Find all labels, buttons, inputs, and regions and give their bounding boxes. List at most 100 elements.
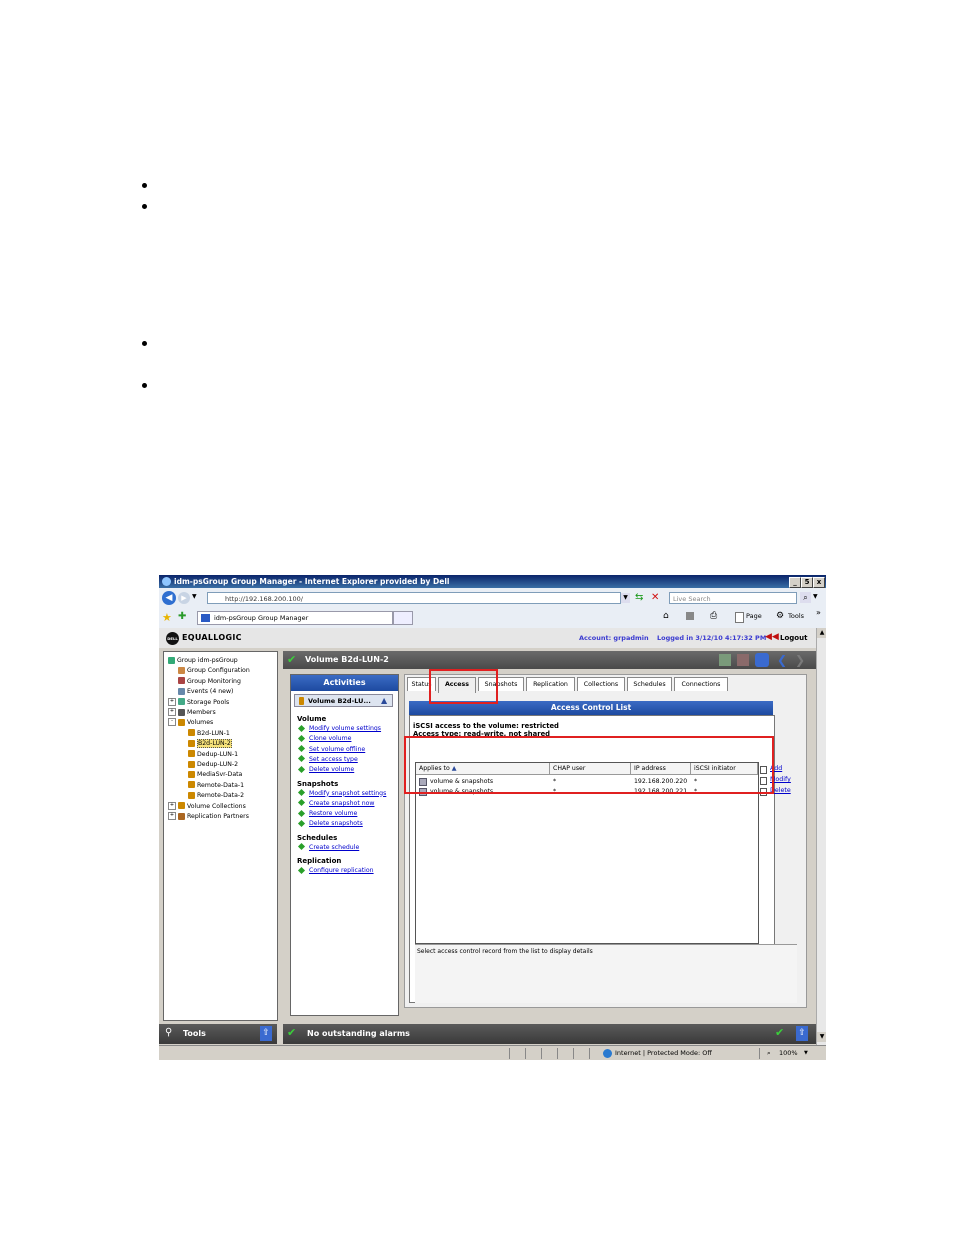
page-menu[interactable]: Page (746, 612, 762, 620)
tree-item[interactable]: Dedup-LUN-2 (188, 760, 238, 770)
tree-item[interactable]: Remote-Data-1 (188, 781, 244, 791)
details-hint: Select access control record from the li… (417, 948, 593, 955)
tree-item-label: Dedup-LUN-1 (197, 750, 239, 758)
alarms-label: No outstanding alarms (307, 1029, 410, 1038)
bullet-4 (142, 383, 147, 388)
activity-diamond-icon (297, 866, 306, 874)
restore-button[interactable]: 5 (801, 577, 813, 588)
new-tab-button[interactable] (393, 611, 413, 625)
activity-link[interactable]: Create schedule (297, 843, 359, 851)
activity-link[interactable]: Modify volume settings (297, 724, 381, 732)
collapse-icon[interactable]: ▲ (381, 695, 387, 707)
activity-link[interactable]: Configure replication (297, 866, 374, 874)
undo-icon[interactable] (737, 654, 749, 666)
activity-link[interactable]: Delete volume (297, 765, 355, 774)
activity-link[interactable]: Modify snapshot settings (297, 788, 386, 797)
tree-expander-icon[interactable]: + (168, 697, 176, 706)
tree-item[interactable]: - Volumes (168, 718, 213, 728)
refresh-icon[interactable]: ⇆ (635, 592, 643, 604)
address-input[interactable]: http://192.168.200.100/ (207, 592, 621, 604)
forward-icon[interactable]: ▶ (178, 592, 190, 604)
tab-schedules[interactable]: Schedules (627, 677, 672, 691)
bullet-2 (142, 204, 147, 209)
tree-node-icon (188, 750, 195, 758)
address-text: http://192.168.200.100/ (225, 595, 303, 603)
back-icon[interactable]: ◀ (162, 591, 176, 605)
scroll-up-icon[interactable]: ▲ (817, 628, 826, 638)
tree-item[interactable]: B2d-LUN-2 (188, 739, 232, 749)
zoom-dropdown-icon[interactable]: ▼ (804, 1046, 808, 1060)
window-title: idm-psGroup Group Manager - Internet Exp… (174, 577, 450, 586)
tree-expander-icon[interactable]: - (168, 718, 176, 727)
tree-expander-icon[interactable]: + (168, 801, 176, 810)
tree-item[interactable]: Events (4 new) (178, 687, 233, 697)
activity-link[interactable]: Create snapshot now (297, 799, 374, 807)
tree-item[interactable]: Group idm-psGroup (168, 656, 238, 666)
minimize-button[interactable]: _ (789, 577, 801, 588)
tree-item-label: Replication Partners (187, 813, 249, 820)
tab-replication[interactable]: Replication (526, 677, 575, 691)
tree-item[interactable]: B2d-LUN-1 (188, 729, 230, 739)
app-header: DELL EQUALLOGIC Account: grpadmin Logged… (159, 628, 816, 648)
tree-node-icon (178, 718, 185, 726)
tree-item[interactable]: MediaSvr-Data (188, 770, 242, 780)
favorites-star-icon[interactable]: ★ (162, 611, 172, 624)
page-icon[interactable] (735, 612, 744, 623)
activities-selector-label: Volume B2d-LU... (308, 697, 371, 705)
activity-link[interactable]: Restore volume (297, 809, 357, 817)
logout-icon[interactable]: ◀◀ (765, 632, 779, 642)
tree-item[interactable]: + Volume Collections (168, 801, 246, 812)
save-icon[interactable] (719, 654, 731, 666)
add-favorite-icon[interactable]: ✚ (178, 611, 186, 622)
zoom-label[interactable]: 100% (779, 1046, 798, 1060)
tree-expander-icon[interactable]: + (168, 812, 176, 820)
tab-collections[interactable]: Collections (577, 677, 625, 691)
tree-expander-icon[interactable]: + (168, 708, 176, 716)
tree-node-icon (178, 677, 185, 685)
tools-bar[interactable]: ⚲ Tools ⇧ (159, 1024, 277, 1044)
refresh-app-icon[interactable] (755, 653, 769, 667)
tree-item[interactable]: Dedup-LUN-1 (188, 750, 238, 760)
logout-link[interactable]: Logout (780, 634, 807, 642)
close-button[interactable]: x (813, 577, 825, 588)
history-dropdown-icon[interactable]: ▼ (192, 593, 197, 600)
feeds-icon[interactable] (686, 612, 694, 620)
activity-link[interactable]: Delete snapshots (297, 819, 363, 827)
activities-panel: Activities Volume B2d-LU... ▲ Volume Modi… (290, 674, 399, 1016)
stop-icon[interactable]: ✕ (651, 592, 659, 604)
tree-item[interactable]: Group Monitoring (178, 677, 241, 687)
alarms-expand-icon[interactable]: ⇧ (796, 1026, 808, 1041)
search-icon[interactable]: ⌕ (800, 592, 811, 603)
tree-item[interactable]: Remote-Data-2 (188, 791, 244, 801)
tree-item[interactable]: + Members (168, 708, 216, 718)
tab-connections[interactable]: Connections (674, 677, 728, 691)
tools-gear-icon[interactable]: ⚙ (776, 611, 784, 621)
tree-item[interactable]: Group Configuration (178, 666, 250, 676)
nav-back-icon[interactable]: ❮ (777, 651, 787, 669)
browser-tab[interactable]: idm-psGroup Group Manager (197, 611, 393, 625)
alarms-bar[interactable]: ✔ No outstanding alarms ✔ ⇧ (283, 1024, 816, 1044)
activity-link[interactable]: Clone volume (297, 734, 351, 742)
iscsi-access-line: iSCSI access to the volume: restricted (413, 722, 559, 730)
activity-link[interactable]: Set access type (297, 755, 358, 763)
status-separator (541, 1048, 542, 1059)
activity-link-label: Delete volume (309, 766, 355, 774)
print-icon[interactable]: ⎙ (710, 611, 717, 621)
address-dropdown-icon[interactable]: ▼ (621, 593, 630, 603)
search-input[interactable]: Live Search (669, 592, 797, 604)
activities-selector[interactable]: Volume B2d-LU... ▲ (294, 694, 393, 707)
zoom-icon[interactable]: ⌕ (767, 1046, 771, 1060)
tools-expand-icon[interactable]: ⇧ (260, 1026, 272, 1041)
tree-item[interactable]: + Storage Pools (168, 697, 229, 708)
home-icon[interactable]: ⌂ (663, 611, 669, 621)
activity-link[interactable]: Set volume offline (297, 745, 365, 753)
search-options-icon[interactable]: ▼ (813, 593, 818, 600)
nav-forward-icon[interactable]: ❯ (795, 651, 805, 669)
more-commands[interactable]: » (816, 608, 821, 617)
tree-node-icon (178, 802, 185, 810)
page-scrollbar[interactable]: ▲ ▼ (816, 628, 826, 1045)
scroll-down-icon[interactable]: ▼ (817, 1032, 826, 1042)
tools-menu[interactable]: Tools (788, 612, 804, 620)
tree-item[interactable]: + Replication Partners (168, 812, 249, 822)
activities-section-title: Schedules (297, 833, 338, 842)
